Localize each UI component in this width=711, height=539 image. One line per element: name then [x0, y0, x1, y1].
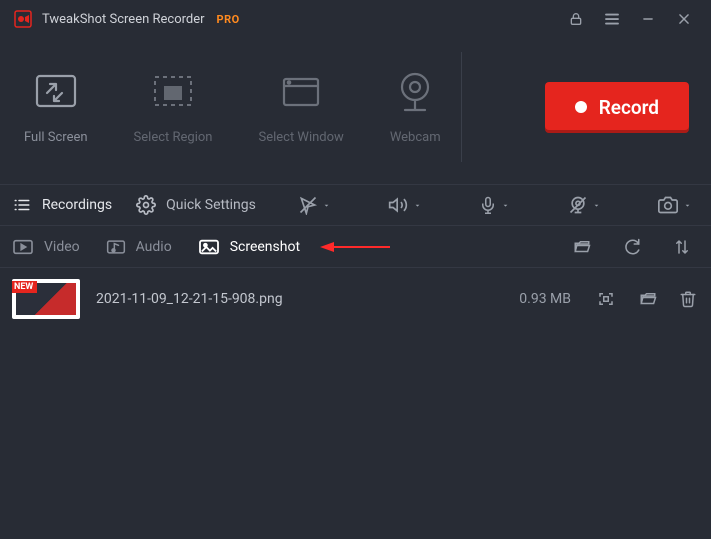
folder-open-icon — [572, 238, 592, 256]
filename: 2021-11-09_12-21-15-908.png — [96, 291, 445, 307]
mode-webcam[interactable]: Webcam — [390, 70, 441, 145]
open-folder-button[interactable] — [565, 232, 599, 262]
microphone-icon — [479, 195, 497, 215]
reveal-in-folder-button[interactable] — [635, 284, 661, 314]
mode-webcam-label: Webcam — [390, 130, 441, 145]
mode-region-label: Select Region — [134, 130, 213, 145]
close-icon[interactable] — [671, 6, 697, 32]
recordings-menu[interactable]: Recordings — [12, 196, 112, 214]
chevron-down-icon — [683, 201, 692, 210]
capture-modes: Full Screen Select Region Select Window — [0, 38, 711, 184]
tab-screenshot-label: Screenshot — [230, 239, 300, 255]
mode-window[interactable]: Select Window — [258, 70, 343, 145]
app-logo-icon — [14, 10, 32, 28]
mic-dropdown[interactable] — [469, 190, 519, 220]
screenshot-dropdown[interactable] — [649, 190, 699, 220]
recordings-label: Recordings — [42, 197, 112, 213]
tabs: Video Audio Screenshot — [0, 226, 711, 268]
tab-screenshot[interactable]: Screenshot — [198, 238, 300, 256]
webcam-off-icon — [568, 195, 588, 215]
speaker-icon — [387, 195, 409, 215]
delete-button[interactable] — [677, 284, 699, 314]
folder-icon — [638, 290, 658, 308]
open-in-viewer-button[interactable] — [593, 284, 619, 314]
arrow-annotation-icon — [320, 239, 390, 255]
minimize-icon[interactable] — [635, 6, 661, 32]
new-badge: NEW — [12, 281, 37, 293]
mode-fullscreen-label: Full Screen — [24, 130, 88, 145]
fullscreen-icon — [33, 70, 79, 116]
list-item[interactable]: NEW 2021-11-09_12-21-15-908.png 0.93 MB — [12, 276, 699, 322]
list-icon — [12, 196, 32, 214]
chevron-down-icon — [413, 201, 422, 210]
divider — [461, 52, 462, 162]
tab-audio[interactable]: Audio — [106, 238, 172, 256]
chevron-down-icon — [592, 201, 601, 210]
lock-icon[interactable] — [563, 6, 589, 32]
quick-settings-menu[interactable]: Quick Settings — [136, 195, 256, 215]
record-button[interactable]: Record — [545, 82, 689, 133]
webcam-icon — [392, 70, 438, 116]
tab-video-label: Video — [44, 239, 80, 255]
sort-icon — [673, 238, 691, 256]
region-icon — [150, 70, 196, 116]
webcamctl-dropdown[interactable] — [559, 190, 609, 220]
file-list: NEW 2021-11-09_12-21-15-908.png 0.93 MB — [0, 268, 711, 330]
fullscreen-icon — [595, 290, 617, 308]
menu-icon[interactable] — [599, 6, 625, 32]
quick-settings-label: Quick Settings — [166, 197, 256, 213]
image-icon — [198, 238, 220, 256]
chevron-down-icon — [322, 201, 331, 210]
cursor-dropdown[interactable] — [289, 190, 339, 220]
tab-video[interactable]: Video — [12, 238, 80, 256]
sort-button[interactable] — [665, 232, 699, 262]
pro-badge: PRO — [217, 13, 240, 26]
record-label: Record — [599, 96, 659, 119]
volume-dropdown[interactable] — [379, 190, 429, 220]
mode-fullscreen[interactable]: Full Screen — [24, 70, 88, 145]
mode-window-label: Select Window — [258, 130, 343, 145]
filesize: 0.93 MB — [461, 291, 571, 307]
tab-audio-label: Audio — [136, 239, 172, 255]
window-icon — [278, 70, 324, 116]
toolbar: Recordings Quick Settings — [0, 184, 711, 226]
app-title: TweakShot Screen Recorder — [42, 12, 205, 27]
refresh-button[interactable] — [615, 232, 649, 262]
video-icon — [12, 238, 34, 256]
audio-icon — [106, 238, 126, 256]
camera-icon — [657, 195, 679, 215]
mode-region[interactable]: Select Region — [134, 70, 213, 145]
titlebar: TweakShot Screen Recorder PRO — [0, 0, 711, 38]
record-dot-icon — [575, 101, 587, 113]
thumbnail: NEW — [12, 279, 80, 319]
cursor-icon — [298, 195, 318, 215]
trash-icon — [679, 290, 697, 308]
refresh-icon — [623, 238, 641, 256]
gear-icon — [136, 195, 156, 215]
chevron-down-icon — [501, 201, 510, 210]
